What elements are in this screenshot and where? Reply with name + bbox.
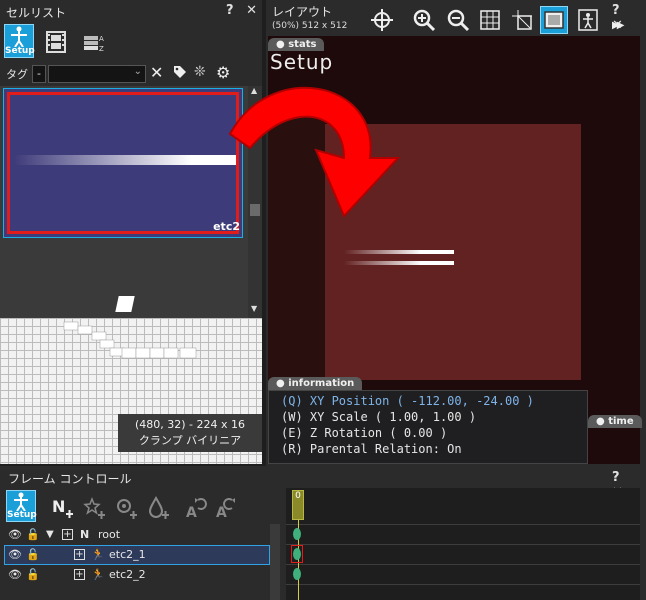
sparkle-icon[interactable]: ❊ <box>194 64 206 80</box>
keyframe-etc2-2[interactable] <box>293 568 301 580</box>
zoom-in-icon[interactable] <box>410 6 438 34</box>
info-xy-position[interactable]: (Q) XY Position ( -112.00, -24.00 ) <box>281 393 575 409</box>
part-figure-icon: 🏃 <box>91 568 105 581</box>
tree-row-label: etc2_1 <box>109 548 146 561</box>
add-star-icon[interactable] <box>80 494 108 522</box>
cell-list-title: セルリスト <box>6 6 67 20</box>
tree-row-etc2-2[interactable]: 👁 🔓 + 🏃 etc2_2 <box>4 565 270 585</box>
stats-tab-label: stats <box>288 39 317 50</box>
current-frame-marker[interactable]: 0 <box>292 490 304 520</box>
partial-thumbnail-shape <box>115 296 135 312</box>
current-frame-number: 0 <box>295 491 301 501</box>
timeline-row-divider <box>286 544 640 545</box>
red-curved-arrow <box>228 86 401 218</box>
timeline-row-divider <box>286 524 640 525</box>
new-null-node-icon[interactable]: N <box>48 494 76 522</box>
null-node-icon: N <box>80 528 90 541</box>
frame-control-title: フレーム コントロール <box>8 472 132 486</box>
frame-setup-button[interactable]: Setup <box>6 490 37 522</box>
time-tab-label: time <box>608 416 634 427</box>
tag-dropdown[interactable]: ⌄ <box>48 65 146 83</box>
tag-minus-select[interactable]: - <box>32 65 46 83</box>
cell-info-filter: クランプ バイリニア <box>138 434 242 447</box>
timeline-area[interactable]: 0 <box>286 488 640 600</box>
visibility-eye-icon[interactable]: 👁 <box>8 545 22 565</box>
tree-scrollbar[interactable] <box>270 524 280 600</box>
clear-tag-icon[interactable]: ✕ <box>150 63 163 82</box>
tag-minus-label: - <box>37 67 41 80</box>
tag-icon[interactable] <box>172 64 188 83</box>
zoom-out-icon[interactable] <box>444 6 472 34</box>
tree-row-label: etc2_2 <box>109 568 146 581</box>
frame-view-icon[interactable] <box>540 6 568 34</box>
visibility-eye-icon[interactable]: 👁 <box>8 565 22 585</box>
svg-text:N: N <box>52 497 65 516</box>
part-figure-icon: 🏃 <box>91 548 105 561</box>
scroll-down-arrow-icon[interactable]: ▼ <box>251 304 257 313</box>
timeline-row-divider <box>286 564 640 565</box>
frame-setup-figure-icon <box>14 492 28 511</box>
figure-icon[interactable] <box>574 6 602 34</box>
pivot-icon[interactable] <box>508 6 536 34</box>
cell-list-window-buttons[interactable]: ? ✕ <box>226 3 261 18</box>
collapse-triangle-icon[interactable]: ▼ <box>46 525 54 545</box>
information-panel: (Q) XY Position ( -112.00, -24.00 ) (W) … <box>268 390 588 464</box>
add-drop-icon[interactable] <box>144 494 172 522</box>
setup-label: Setup <box>5 46 35 56</box>
time-tab[interactable]: ● time <box>588 415 642 428</box>
lock-icon[interactable]: 🔓 <box>26 525 40 545</box>
keyframe-root[interactable] <box>293 528 301 540</box>
lock-icon[interactable]: 🔓 <box>26 565 40 585</box>
tag-label: タグ <box>6 68 28 81</box>
sort-az-icon[interactable]: AZ <box>80 28 108 56</box>
keyframe-etc2-1-dot <box>293 548 301 560</box>
setup-figure-icon <box>11 26 27 47</box>
layout-title: レイアウト <box>272 5 333 19</box>
crosshair-target-icon[interactable] <box>368 6 396 34</box>
add-target-icon[interactable] <box>112 494 140 522</box>
svg-text:A: A <box>186 505 197 520</box>
undo-a-icon[interactable]: A <box>182 494 210 522</box>
layout-zoom-info: (50%) 512 x 512 <box>272 21 348 31</box>
cell-thumbnail-etc2[interactable]: etc2 <box>3 88 243 238</box>
expand-box-icon[interactable]: + <box>74 549 85 560</box>
fast-forward-icon[interactable]: ▶▶ <box>612 20 625 31</box>
cell-sprite-streak-2 <box>344 261 454 265</box>
setup-button[interactable]: Setup <box>4 24 35 58</box>
chevron-down-icon: ⌄ <box>133 66 142 77</box>
tree-row-etc2-1[interactable]: 👁 🔓 + 🏃 etc2_1 <box>4 545 270 565</box>
frame-setup-label: Setup <box>7 510 37 520</box>
information-tab[interactable]: ● information <box>268 377 363 390</box>
grid-icon[interactable] <box>476 6 504 34</box>
expand-box-icon[interactable]: + <box>62 529 73 540</box>
redo-a-icon[interactable]: A <box>212 494 240 522</box>
tree-row-root[interactable]: 👁 🔓 ▼ + N root <box>4 525 270 545</box>
cell-info-tooltip: (480, 32) - 224 x 16 クランプ バイリニア <box>118 414 262 452</box>
cell-sprite-streak-1 <box>344 250 454 254</box>
info-xy-scale[interactable]: (W) XY Scale ( 1.00, 1.00 ) <box>281 409 575 425</box>
expand-box-icon[interactable]: + <box>74 569 85 580</box>
tree-row-label: root <box>98 528 121 541</box>
info-z-rotation[interactable]: (E) Z Rotation ( 0.00 ) <box>281 425 575 441</box>
film-strip-icon[interactable] <box>42 28 70 56</box>
visibility-eye-icon[interactable]: 👁 <box>8 525 22 545</box>
cell-thumbnail-streak <box>14 155 236 165</box>
info-parental-relation[interactable]: (R) Parental Relation: On <box>281 441 575 457</box>
timeline-row-divider <box>286 584 640 585</box>
lock-icon[interactable]: 🔓 <box>26 545 40 565</box>
cell-info-dimensions: (480, 32) - 224 x 16 <box>134 418 246 431</box>
svg-text:Z: Z <box>99 45 104 53</box>
information-tab-label: information <box>288 378 355 389</box>
svg-text:A: A <box>99 35 104 43</box>
